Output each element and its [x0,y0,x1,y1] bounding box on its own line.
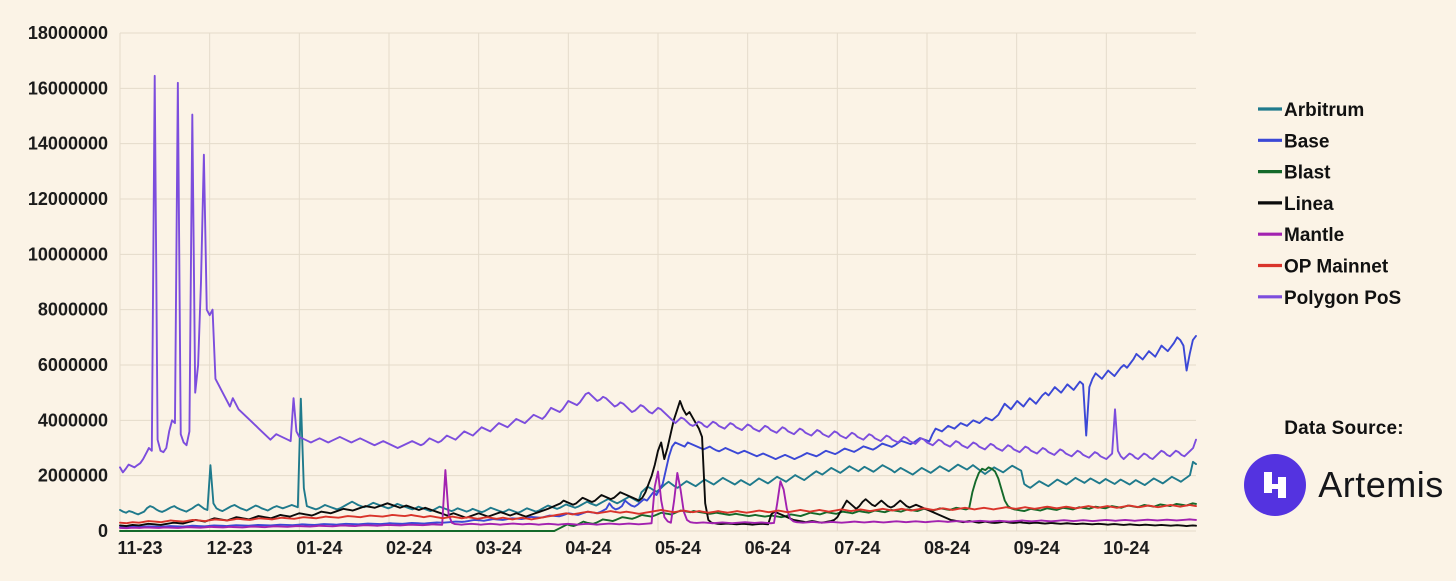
x-tick-label: 11-23 [117,538,162,558]
data-source-block: Data Source: Artemis [1232,418,1456,516]
legend-label-arbitrum[interactable]: Arbitrum [1284,100,1364,121]
y-tick-label: 6000000 [38,355,108,375]
y-tick-label: 18000000 [28,23,108,43]
artemis-logo-icon [1244,454,1307,516]
y-tick-label: 14000000 [28,134,108,154]
data-source-label: Data Source: [1284,418,1404,439]
brand-name: Artemis [1318,464,1444,505]
y-tick-label: 10000000 [28,244,108,264]
x-tick-label: 04-24 [565,538,611,558]
legend-label-op-mainnet[interactable]: OP Mainnet [1284,257,1389,278]
x-tick-label: 06-24 [745,538,791,558]
legend-label-mantle[interactable]: Mantle [1284,225,1344,246]
y-tick-label: 8000000 [38,300,108,320]
legend-label-polygon-pos[interactable]: Polygon PoS [1284,288,1401,309]
x-tick-label: 03-24 [476,538,522,558]
y-tick-label: 2000000 [38,466,108,486]
x-tick-label: 12-23 [207,538,253,558]
x-tick-label: 05-24 [655,538,701,558]
brand-row: Artemis [1232,454,1456,516]
legend-label-blast[interactable]: Blast [1284,163,1331,184]
legend-label-base[interactable]: Base [1284,131,1329,152]
y-tick-label: 0 [98,521,108,541]
x-tick-label: 07-24 [834,538,880,558]
x-tick-label: 08-24 [924,538,970,558]
x-tick-label: 09-24 [1014,538,1060,558]
y-tick-label: 16000000 [28,78,108,98]
y-tick-label: 4000000 [38,410,108,430]
artemis-logo-glyph [1264,472,1287,498]
x-tick-label: 02-24 [386,538,432,558]
chart-page: 0 2000000 4000000 6000000 8000000 10000000 120… [0,0,1456,581]
legend-label-linea[interactable]: Linea [1284,194,1334,215]
x-tick-label: 10-24 [1103,538,1149,558]
x-tick-label: 01-24 [296,538,342,558]
y-tick-label: 12000000 [28,189,108,209]
